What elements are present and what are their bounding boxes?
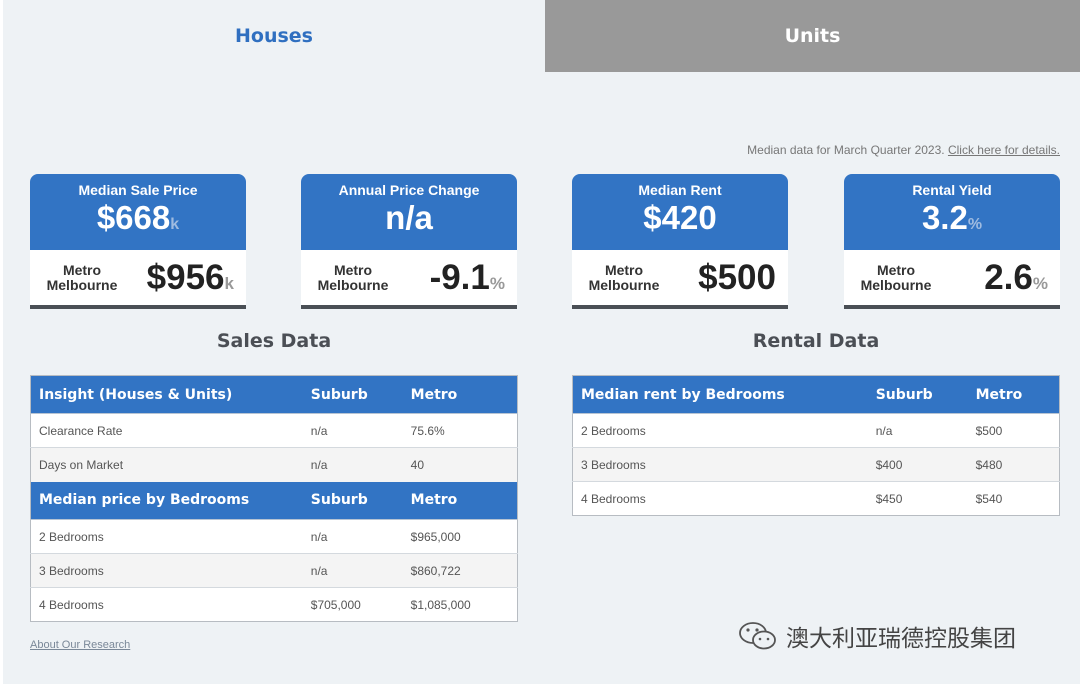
suburb-value: n/a	[302, 447, 403, 482]
table-header-row: Insight (Houses & Units) Suburb Metro	[30, 375, 518, 414]
card-annual-price-change: Annual Price Change n/a Metro Melbourne …	[301, 174, 517, 309]
row-label: 3 Bedrooms	[572, 447, 868, 482]
table-row: 3 Bedrooms n/a $860,722	[30, 553, 518, 588]
column-header: Metro	[967, 375, 1060, 414]
metro-value: -9.1%	[429, 257, 505, 297]
column-header: Metro	[402, 375, 518, 414]
card-top: Median Sale Price $668k	[30, 174, 246, 250]
table-row: 2 Bedrooms n/a $965,000	[30, 519, 518, 554]
metro-label: Metro Melbourne	[317, 261, 389, 293]
watermark-text: 澳大利亚瑞德控股集团	[786, 625, 1016, 651]
card-metro-row: Metro Melbourne $500	[572, 250, 788, 309]
data-period-text: Median data for March Quarter 2023.	[747, 143, 945, 157]
column-header: Median rent by Bedrooms	[572, 375, 868, 414]
metro-label: Metro Melbourne	[588, 261, 660, 293]
card-metro-row: Metro Melbourne -9.1%	[301, 250, 517, 309]
card-value: $668k	[96, 199, 180, 236]
card-rental-yield: Rental Yield 3.2% Metro Melbourne 2.6%	[844, 174, 1060, 309]
table-row: 4 Bedrooms $705,000 $1,085,000	[30, 587, 518, 622]
column-header: Suburb	[302, 375, 403, 414]
column-header: Metro	[402, 481, 518, 520]
metro-value: $956k	[146, 257, 234, 297]
suburb-value: n/a	[302, 553, 403, 588]
card-top: Annual Price Change n/a	[301, 174, 517, 250]
metro-value: $500	[967, 413, 1060, 448]
card-median-sale-price: Median Sale Price $668k Metro Melbourne …	[30, 174, 246, 309]
suburb-value: n/a	[302, 413, 403, 448]
table-row: 2 Bedrooms n/a $500	[572, 413, 1060, 448]
metro-value: 40	[402, 447, 518, 482]
rental-data-title: Rental Data	[752, 330, 880, 352]
watermark: 澳大利亚瑞德控股集团	[738, 619, 1016, 653]
row-label: 2 Bedrooms	[30, 519, 303, 554]
card-value: n/a	[385, 199, 433, 236]
column-header: Suburb	[867, 375, 968, 414]
card-title: Rental Yield	[912, 182, 992, 198]
row-label: 4 Bedrooms	[572, 481, 868, 516]
card-metro-row: Metro Melbourne 2.6%	[844, 250, 1060, 309]
column-header: Suburb	[302, 481, 403, 520]
wechat-icon	[739, 622, 776, 650]
details-link[interactable]: Click here for details.	[948, 143, 1060, 157]
card-title: Median Rent	[638, 182, 722, 198]
row-label: 2 Bedrooms	[572, 413, 868, 448]
metro-value: 75.6%	[402, 413, 518, 448]
row-label: 3 Bedrooms	[30, 553, 303, 588]
metro-label: Metro Melbourne	[46, 261, 118, 293]
data-period-note: Median data for March Quarter 2023. Clic…	[747, 143, 1060, 157]
row-label: Days on Market	[30, 447, 303, 482]
page: Houses Units Median data for March Quart…	[3, 0, 1080, 684]
row-label: 4 Bedrooms	[30, 587, 303, 622]
suburb-value: $705,000	[302, 587, 403, 622]
metro-value: $500	[698, 257, 776, 297]
table-header-row: Median price by Bedrooms Suburb Metro	[30, 481, 518, 520]
table-row: Clearance Rate n/a 75.6%	[30, 413, 518, 448]
card-metro-row: Metro Melbourne $956k	[30, 250, 246, 309]
metro-value: $1,085,000	[402, 587, 518, 622]
about-research-link[interactable]: About Our Research	[30, 639, 130, 651]
table-row: 3 Bedrooms $400 $480	[572, 447, 1060, 482]
sales-data-table: Insight (Houses & Units) Suburb Metro Cl…	[30, 375, 518, 622]
metro-value: 2.6%	[984, 257, 1048, 297]
card-top: Median Rent $420	[572, 174, 788, 250]
metro-value: $480	[967, 447, 1060, 482]
metro-value: $965,000	[402, 519, 518, 554]
card-median-rent: Median Rent $420 Metro Melbourne $500	[572, 174, 788, 309]
card-title: Annual Price Change	[338, 182, 480, 198]
tab-units[interactable]: Units	[545, 0, 1080, 72]
suburb-value: $400	[867, 447, 968, 482]
column-header: Median price by Bedrooms	[30, 481, 303, 520]
tab-houses[interactable]: Houses	[3, 0, 545, 72]
metro-label: Metro Melbourne	[860, 261, 932, 293]
sales-data-title: Sales Data	[216, 330, 332, 352]
card-value: 3.2%	[921, 199, 983, 236]
row-label: Clearance Rate	[30, 413, 303, 448]
column-header: Insight (Houses & Units)	[30, 375, 303, 414]
table-row: Days on Market n/a 40	[30, 447, 518, 482]
metro-value: $860,722	[402, 553, 518, 588]
table-row: 4 Bedrooms $450 $540	[572, 481, 1060, 516]
card-top: Rental Yield 3.2%	[844, 174, 1060, 250]
suburb-value: n/a	[302, 519, 403, 554]
suburb-value: n/a	[867, 413, 968, 448]
metro-value: $540	[967, 481, 1060, 516]
table-header-row: Median rent by Bedrooms Suburb Metro	[572, 375, 1060, 414]
rental-data-table: Median rent by Bedrooms Suburb Metro 2 B…	[572, 375, 1060, 516]
suburb-value: $450	[867, 481, 968, 516]
card-value: $420	[643, 199, 717, 236]
card-title: Median Sale Price	[78, 182, 198, 198]
tab-bar: Houses Units	[3, 0, 1080, 72]
